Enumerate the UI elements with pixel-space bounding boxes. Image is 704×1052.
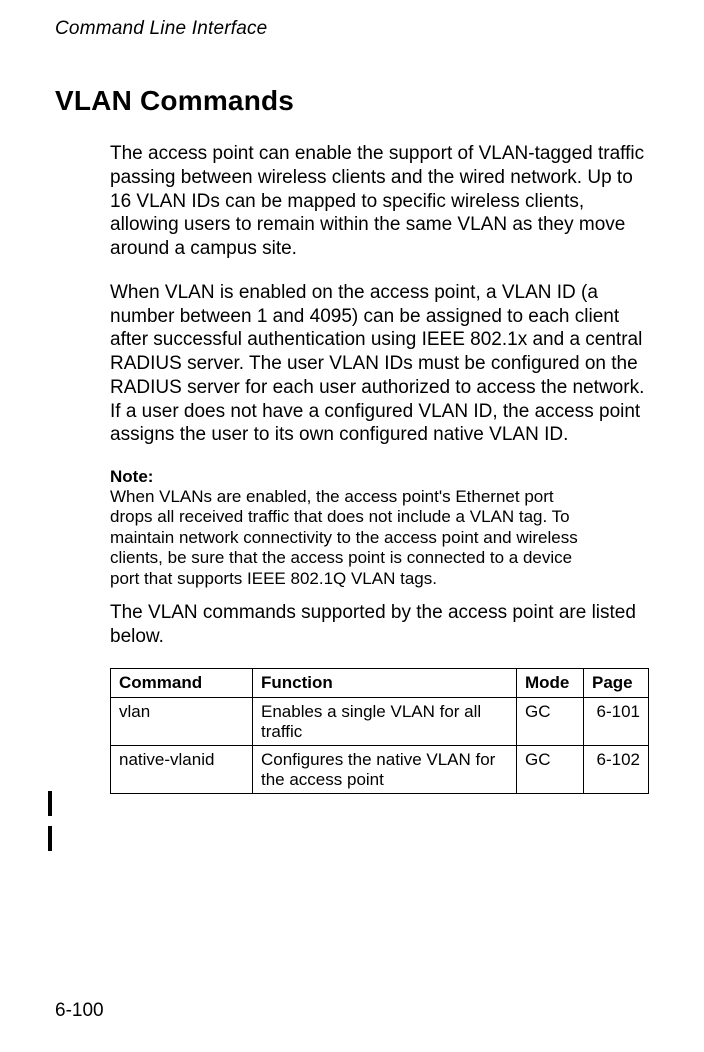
revision-bar-icon: [48, 791, 52, 816]
note-label: Note:: [110, 467, 158, 487]
col-header-command: Command: [111, 669, 253, 698]
cell-command: vlan: [111, 698, 253, 746]
col-header-page: Page: [584, 669, 649, 698]
table-header-row: Command Function Mode Page: [111, 669, 649, 698]
cell-function: Configures the native VLAN for the acces…: [253, 746, 517, 794]
col-header-function: Function: [253, 669, 517, 698]
note-block: Note: When VLANs are enabled, the access…: [110, 467, 649, 589]
col-header-mode: Mode: [517, 669, 584, 698]
table-row: vlan Enables a single VLAN for all traff…: [111, 698, 649, 746]
intro-paragraph-1: The access point can enable the support …: [110, 142, 649, 261]
revision-bar-icon: [48, 826, 52, 851]
table-intro-paragraph: The VLAN commands supported by the acces…: [110, 601, 649, 649]
cell-command: native-vlanid: [111, 746, 253, 794]
document-page: Command Line Interface VLAN Commands The…: [0, 0, 704, 1052]
body-content: The access point can enable the support …: [110, 142, 649, 794]
cell-page: 6-102: [584, 746, 649, 794]
running-header: Command Line Interface: [55, 18, 649, 40]
section-title: VLAN Commands: [55, 85, 649, 117]
cell-mode: GC: [517, 698, 584, 746]
cell-mode: GC: [517, 746, 584, 794]
vlan-commands-table: Command Function Mode Page vlan Enables …: [110, 668, 649, 794]
note-text: When VLANs are enabled, the access point…: [110, 487, 597, 589]
intro-paragraph-2: When VLAN is enabled on the access point…: [110, 281, 649, 447]
table-row: native-vlanid Configures the native VLAN…: [111, 746, 649, 794]
page-number: 6-100: [55, 1000, 104, 1022]
cell-page: 6-101: [584, 698, 649, 746]
cell-function: Enables a single VLAN for all traffic: [253, 698, 517, 746]
